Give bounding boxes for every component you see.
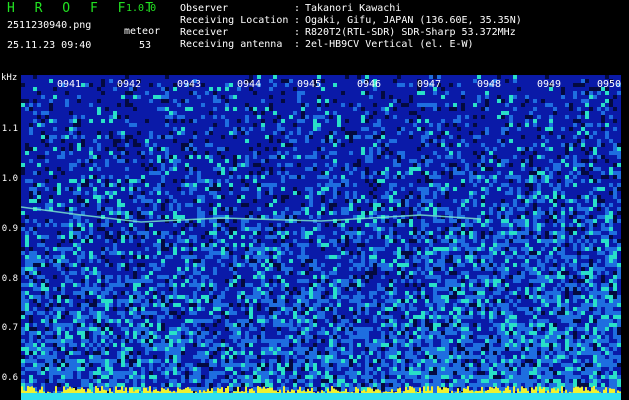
info-key-location: Receiving Location: [180, 15, 289, 26]
info-colon: :: [294, 3, 301, 14]
x-tick-label: 0942: [117, 79, 142, 90]
x-tick-label: 0945: [297, 79, 322, 90]
y-tick-label: 0.6: [1, 373, 18, 383]
image-filename: 2511230940.png: [7, 20, 92, 31]
x-tick-label: 0950: [597, 79, 622, 90]
info-key-antenna: Receiving antenna: [180, 39, 283, 50]
x-tick-label: 0943: [177, 79, 202, 90]
info-key-observer: Observer: [180, 3, 229, 14]
x-tick-label: 0949: [537, 79, 562, 90]
info-colon: :: [294, 15, 301, 26]
info-colon: :: [294, 39, 301, 50]
x-tick-label: 0941: [57, 79, 82, 90]
spectrogram-canvas: [21, 75, 621, 400]
meteor-label: meteor: [124, 26, 161, 37]
y-axis-unit: kHz: [1, 73, 18, 83]
y-tick-label: 1.1: [1, 124, 18, 134]
x-tick-label: 0947: [417, 79, 442, 90]
info-value-observer: Takanori Kawachi: [305, 3, 402, 14]
y-tick-label: 1.0: [1, 174, 18, 184]
spectrogram-plot: [21, 75, 621, 400]
info-value-receiver: R820T2(RTL-SDR) SDR-Sharp 53.372MHz: [305, 27, 516, 38]
info-colon: :: [294, 27, 301, 38]
y-tick-label: 0.9: [1, 224, 18, 234]
info-key-receiver: Receiver: [180, 27, 229, 38]
meteor-count: 53: [139, 40, 152, 51]
x-tick-label: 0948: [477, 79, 502, 90]
app-version: 1.0.0: [126, 3, 157, 14]
info-value-antenna: 2el-HB9CV Vertical (el. E-W): [305, 39, 474, 50]
capture-datetime: 25.11.23 09:40: [7, 40, 92, 51]
y-tick-label: 0.8: [1, 274, 18, 284]
y-tick-label: 0.7: [1, 323, 18, 333]
x-tick-label: 0946: [357, 79, 382, 90]
x-tick-label: 0944: [237, 79, 262, 90]
info-value-location: Ogaki, Gifu, JAPAN (136.60E, 35.35N): [305, 15, 522, 26]
